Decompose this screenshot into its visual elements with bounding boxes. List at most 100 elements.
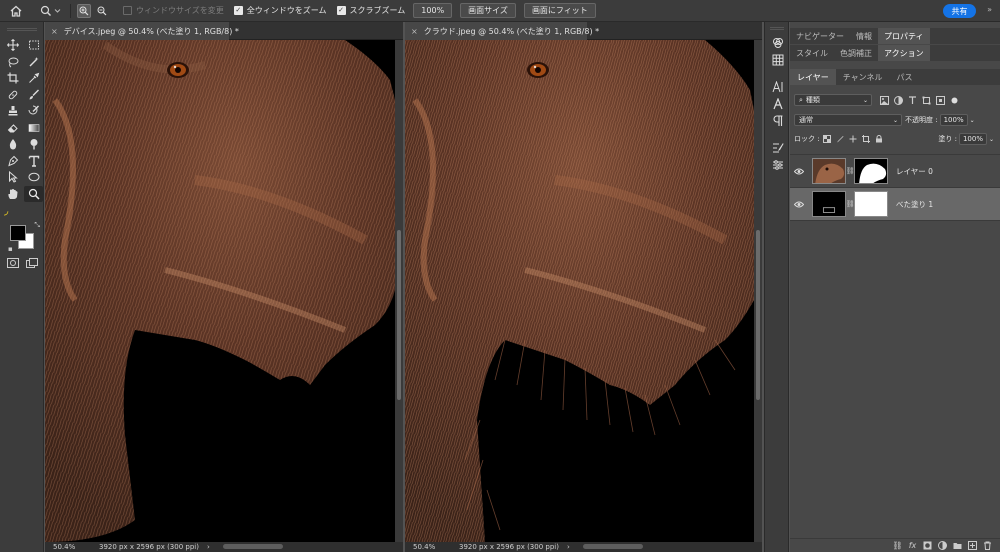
- blur-tool-icon[interactable]: [3, 136, 22, 153]
- share-button[interactable]: 共有: [943, 4, 976, 18]
- layer-style-icon[interactable]: fx: [908, 541, 917, 550]
- fit-screen-button[interactable]: 画面にフィット: [523, 3, 596, 18]
- fit-screen-size-button[interactable]: 画面サイズ: [460, 3, 516, 18]
- layer-name[interactable]: レイヤー 0: [896, 166, 933, 177]
- link-layers-icon[interactable]: ⛓: [892, 541, 902, 550]
- character-panel-icon[interactable]: [765, 78, 790, 95]
- dodge-tool-icon[interactable]: [24, 136, 43, 153]
- vertical-scrollbar[interactable]: [395, 40, 403, 542]
- zoom-out-button[interactable]: [95, 4, 109, 18]
- type-tool-icon[interactable]: [24, 153, 43, 170]
- layer-mask-thumbnail[interactable]: [854, 158, 888, 184]
- banana-icon[interactable]: ◞: [4, 204, 43, 217]
- lock-position-icon[interactable]: [849, 135, 857, 143]
- paragraph-panel-icon[interactable]: [765, 112, 790, 129]
- eyedropper-tool-icon[interactable]: [24, 70, 43, 87]
- link-icon[interactable]: ⛓: [846, 200, 855, 208]
- add-mask-icon[interactable]: [923, 541, 932, 550]
- delete-layer-icon[interactable]: [983, 541, 992, 550]
- panel-grip[interactable]: [6, 28, 37, 31]
- path-selection-tool-icon[interactable]: [3, 169, 22, 186]
- new-adjustment-layer-icon[interactable]: [938, 541, 947, 550]
- glyphs-panel-icon[interactable]: [765, 95, 790, 112]
- swap-colors-icon[interactable]: ⤡: [34, 221, 40, 230]
- hand-tool-icon[interactable]: [3, 186, 22, 203]
- canvas-image[interactable]: [405, 40, 754, 542]
- visibility-eye-icon[interactable]: [790, 201, 808, 208]
- filter-adjustment-icon[interactable]: [894, 95, 903, 105]
- zoom-tool-icon[interactable]: [24, 185, 43, 202]
- filter-kind-select[interactable]: ⌕ 種類 ⌄: [794, 94, 872, 106]
- zoom-all-windows-checkbox[interactable]: ✓ 全ウィンドウをズーム: [233, 5, 327, 16]
- filter-smart-object-icon[interactable]: [936, 95, 945, 105]
- pen-tool-icon[interactable]: [3, 153, 22, 170]
- tab-actions[interactable]: アクション: [878, 45, 930, 61]
- vertical-scrollbar[interactable]: [754, 40, 762, 542]
- resize-windows-checkbox[interactable]: ウィンドウサイズを変更: [123, 5, 224, 16]
- quick-mask-icon[interactable]: [6, 257, 19, 268]
- marquee-tool-icon[interactable]: [24, 37, 43, 54]
- gradient-tool-icon[interactable]: [24, 120, 43, 137]
- adjustments-panel-icon[interactable]: [765, 156, 790, 173]
- blend-mode-select[interactable]: 通常 ⌄: [794, 114, 902, 126]
- fill-input[interactable]: 100%: [958, 133, 987, 145]
- lock-image-pixels-icon[interactable]: [836, 135, 844, 143]
- zoom-level[interactable]: 50.4%: [53, 543, 93, 551]
- crop-tool-icon[interactable]: [3, 70, 22, 87]
- brush-settings-panel-icon[interactable]: [765, 139, 790, 156]
- chevron-right-icon[interactable]: ›: [207, 543, 210, 551]
- layer-row[interactable]: ⛓ べた塗り 1: [790, 188, 1000, 221]
- document-tab[interactable]: × デバイス.jpeg @ 50.4% (べた塗り 1, RGB/8) *: [45, 22, 239, 40]
- lasso-tool-icon[interactable]: [3, 54, 22, 71]
- shape-tool-icon[interactable]: [24, 169, 43, 186]
- scrubby-zoom-checkbox[interactable]: ✓ スクラブズーム: [336, 5, 405, 16]
- layer-thumbnail[interactable]: [812, 158, 846, 184]
- tab-properties[interactable]: プロパティ: [878, 28, 930, 44]
- zoom-in-button[interactable]: [77, 3, 91, 18]
- new-group-icon[interactable]: [953, 541, 962, 550]
- tab-navigator[interactable]: ナビゲーター: [790, 28, 850, 44]
- visibility-eye-icon[interactable]: [790, 168, 808, 175]
- close-icon[interactable]: ×: [411, 27, 418, 36]
- horizontal-scrollbar-thumb[interactable]: [223, 544, 283, 549]
- chevron-down-icon[interactable]: ⌄: [970, 117, 975, 124]
- tab-styles[interactable]: スタイル: [790, 45, 834, 61]
- fill-layer-thumbnail[interactable]: [812, 191, 846, 217]
- move-tool-icon[interactable]: [3, 37, 22, 54]
- chevron-down-icon[interactable]: ⌄: [989, 136, 994, 143]
- filter-pixel-icon[interactable]: [880, 95, 889, 105]
- tab-layers[interactable]: レイヤー: [790, 69, 836, 85]
- filter-type-icon[interactable]: [908, 95, 917, 105]
- color-panel-icon[interactable]: [765, 34, 790, 51]
- brush-tool-icon[interactable]: [24, 87, 43, 104]
- layer-mask-thumbnail[interactable]: [854, 191, 888, 217]
- clone-stamp-tool-icon[interactable]: [3, 103, 22, 120]
- scrollbar-thumb[interactable]: [756, 230, 760, 400]
- history-brush-tool-icon[interactable]: [24, 103, 43, 120]
- zoom-level[interactable]: 50.4%: [413, 543, 453, 551]
- tab-info[interactable]: 情報: [850, 28, 878, 44]
- new-layer-icon[interactable]: [968, 541, 977, 550]
- horizontal-scrollbar-thumb[interactable]: [583, 544, 643, 549]
- lock-all-icon[interactable]: [875, 135, 883, 143]
- lock-transparent-pixels-icon[interactable]: [822, 135, 831, 143]
- close-icon[interactable]: ×: [51, 27, 58, 36]
- eraser-tool-icon[interactable]: [3, 120, 22, 137]
- default-colors-icon[interactable]: ▪: [8, 245, 13, 253]
- tab-channels[interactable]: チャンネル: [836, 69, 890, 85]
- document-tab[interactable]: × クラウド.jpeg @ 50.4% (べた塗り 1, RGB/8) *: [405, 22, 599, 40]
- panel-grip[interactable]: [769, 27, 784, 30]
- tab-paths[interactable]: パス: [890, 69, 920, 85]
- opacity-input[interactable]: 100%: [939, 114, 968, 126]
- foreground-color-swatch[interactable]: [10, 225, 26, 241]
- tab-adjustments[interactable]: 色調補正: [834, 45, 878, 61]
- zoom-100-button[interactable]: 100%: [413, 3, 453, 18]
- object-selection-tool-icon[interactable]: [24, 54, 43, 71]
- scrollbar-thumb[interactable]: [397, 230, 401, 400]
- zoom-tool-preset-picker[interactable]: [38, 3, 64, 19]
- canvas-image[interactable]: [45, 40, 395, 542]
- home-icon[interactable]: [8, 3, 24, 19]
- lock-artboard-icon[interactable]: [861, 135, 870, 143]
- filter-shape-icon[interactable]: [922, 96, 931, 105]
- healing-brush-tool-icon[interactable]: [3, 87, 22, 104]
